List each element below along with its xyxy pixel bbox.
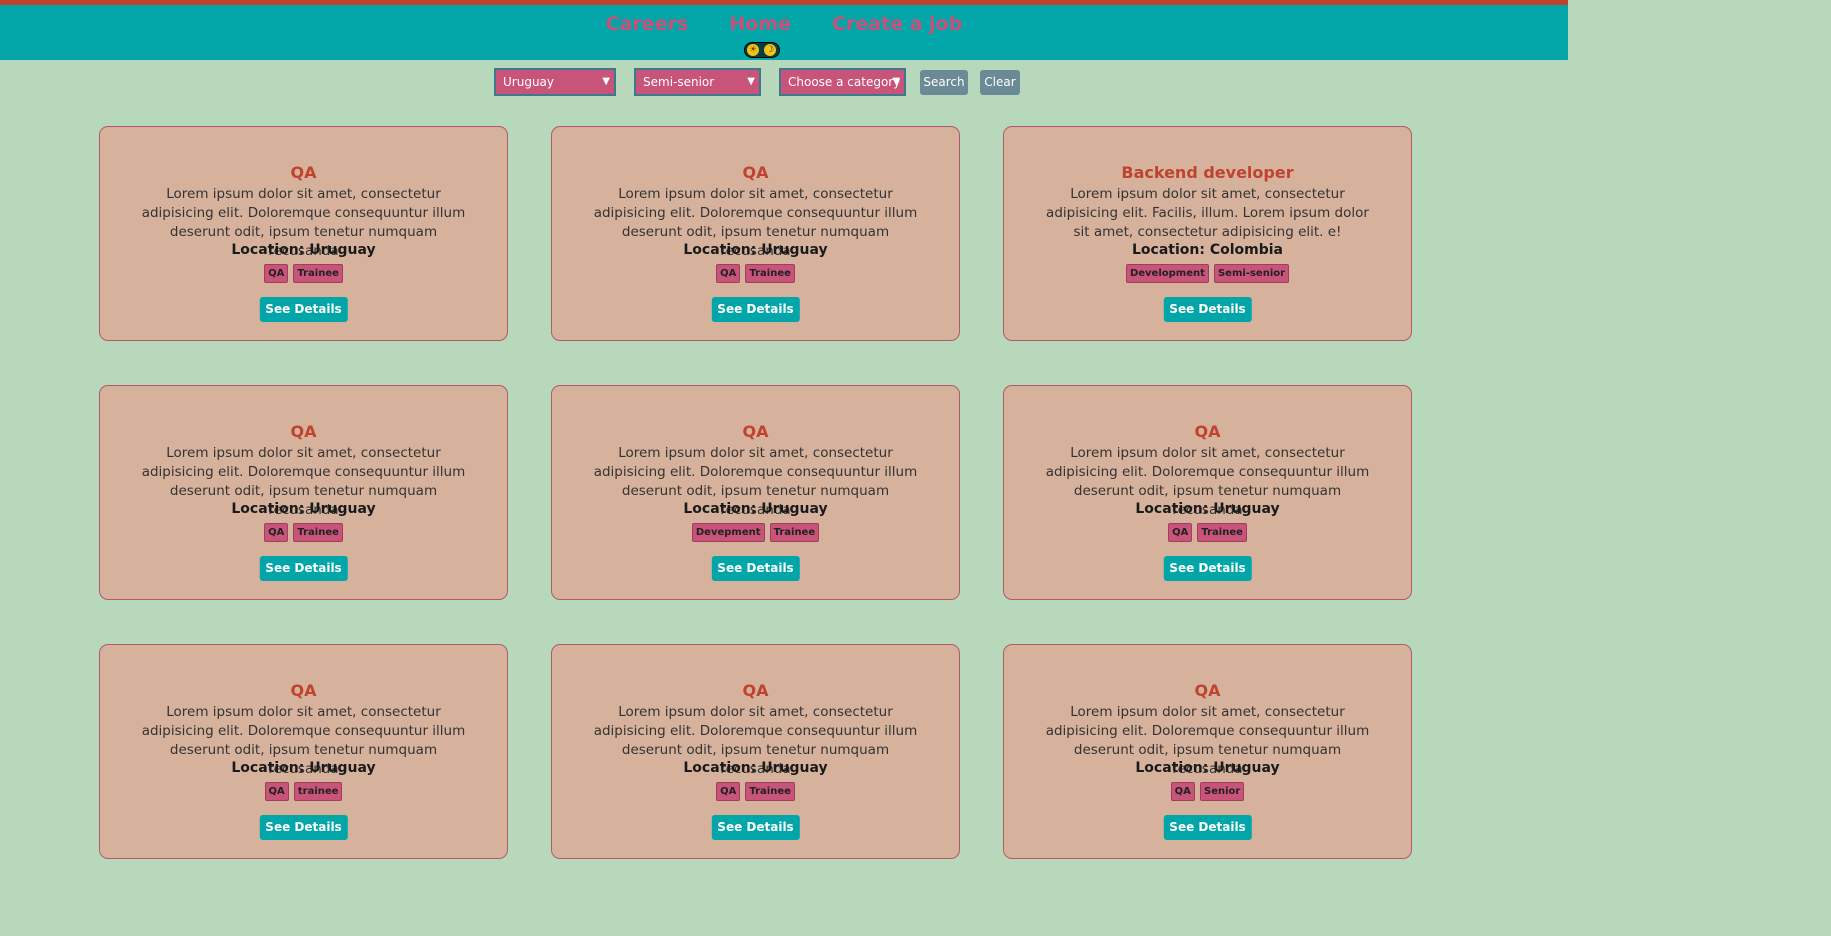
- job-tags: QA Trainee: [552, 261, 959, 283]
- job-tag: Development: [1125, 264, 1209, 283]
- job-tag: trainee: [293, 782, 343, 801]
- job-tag: QA: [716, 782, 741, 801]
- clear-button[interactable]: Clear: [980, 70, 1020, 95]
- job-card: QA Lorem ipsum dolor sit amet, consectetu…: [1003, 644, 1412, 859]
- job-location: Location: Uruguay: [683, 501, 828, 517]
- job-description: Lorem ipsum dolor sit amet, consectetur …: [1046, 186, 1369, 240]
- moon-icon: ☽: [764, 44, 776, 56]
- job-card: QA Lorem ipsum dolor sit amet, consectetu…: [99, 385, 508, 600]
- nav-link-careers[interactable]: Careers: [606, 13, 689, 35]
- job-title: QA: [742, 163, 769, 182]
- job-location: Location: Uruguay: [683, 760, 828, 776]
- nav-links: Careers Home Create a job: [0, 13, 1568, 35]
- job-title: QA: [742, 422, 769, 441]
- job-tags: QA Trainee: [552, 779, 959, 801]
- see-details-button[interactable]: See Details: [259, 556, 348, 581]
- job-title: QA: [290, 163, 317, 182]
- job-card: QA Lorem ipsum dolor sit amet, consectetu…: [1003, 385, 1412, 600]
- job-title: QA: [1194, 681, 1221, 700]
- job-tags: QA trainee: [100, 779, 507, 801]
- job-card: Backend developer Lorem ipsum dolor sit a…: [1003, 126, 1412, 341]
- job-tags: QA Trainee: [1004, 520, 1411, 542]
- chevron-down-icon: ▼: [892, 76, 900, 87]
- job-tag: Trainee: [745, 264, 795, 283]
- theme-toggle[interactable]: ☀ ☽: [744, 42, 780, 58]
- see-details-button[interactable]: See Details: [259, 297, 348, 322]
- nav-link-create-job[interactable]: Create a job: [832, 13, 962, 35]
- job-title: QA: [290, 422, 317, 441]
- see-details-button[interactable]: See Details: [1163, 815, 1252, 840]
- job-tag: Trainee: [769, 523, 820, 542]
- nav-link-home[interactable]: Home: [729, 13, 791, 35]
- job-tag: QA: [1168, 523, 1193, 542]
- job-tag: Trainee: [745, 782, 795, 801]
- job-title: Backend developer: [1121, 163, 1294, 182]
- job-card: QA Lorem ipsum dolor sit amet, consectetu…: [551, 644, 960, 859]
- job-card: QA Lorem ipsum dolor sit amet, consectetu…: [551, 385, 960, 600]
- seniority-select-value: Semi-senior: [643, 75, 715, 89]
- see-details-button[interactable]: See Details: [259, 815, 348, 840]
- job-title: QA: [1194, 422, 1221, 441]
- search-button[interactable]: Search: [920, 70, 968, 95]
- job-card: QA Lorem ipsum dolor sit amet, consectetu…: [99, 126, 508, 341]
- job-location: Location: Uruguay: [1135, 501, 1280, 517]
- job-tags: QA Trainee: [100, 261, 507, 283]
- chevron-down-icon: ▼: [747, 76, 755, 87]
- see-details-button[interactable]: See Details: [711, 297, 800, 322]
- job-tag: Trainee: [293, 264, 343, 283]
- job-card: QA Lorem ipsum dolor sit amet, consectetu…: [551, 126, 960, 341]
- see-details-button[interactable]: See Details: [1163, 556, 1252, 581]
- job-tags: QA Senior: [1004, 779, 1411, 801]
- job-tags: Devepment Trainee: [552, 520, 959, 542]
- job-tag: Semi-senior: [1213, 264, 1290, 283]
- job-tag: Senior: [1200, 782, 1245, 801]
- job-location: Location: Uruguay: [1135, 760, 1280, 776]
- job-tag: Trainee: [1197, 523, 1247, 542]
- job-tag: QA: [1170, 782, 1195, 801]
- job-location: Location: Uruguay: [683, 242, 828, 258]
- navbar: Careers Home Create a job ☀ ☽: [0, 5, 1568, 60]
- see-details-button[interactable]: See Details: [1163, 297, 1252, 322]
- see-details-button[interactable]: See Details: [711, 556, 800, 581]
- filter-bar: Uruguay ▼ Semi-senior ▼ Choose a categor…: [0, 68, 1568, 96]
- job-location: Location: Uruguay: [231, 242, 376, 258]
- sun-icon: ☀: [747, 44, 759, 56]
- job-location: Location: Uruguay: [231, 760, 376, 776]
- category-select[interactable]: Choose a category ▼: [779, 68, 906, 96]
- category-select-value: Choose a category: [788, 75, 901, 89]
- job-title: QA: [290, 681, 317, 700]
- job-tags: QA Trainee: [100, 520, 507, 542]
- seniority-select[interactable]: Semi-senior ▼: [634, 68, 761, 96]
- job-tag: QA: [264, 782, 289, 801]
- job-tag: Devepment: [691, 523, 765, 542]
- job-tag: Trainee: [293, 523, 343, 542]
- see-details-button[interactable]: See Details: [711, 815, 800, 840]
- job-tag: QA: [264, 523, 289, 542]
- job-title: QA: [742, 681, 769, 700]
- country-select[interactable]: Uruguay ▼: [494, 68, 616, 96]
- country-select-value: Uruguay: [503, 75, 554, 89]
- job-card: QA Lorem ipsum dolor sit amet, consectetu…: [99, 644, 508, 859]
- job-location: Location: Uruguay: [231, 501, 376, 517]
- chevron-down-icon: ▼: [602, 76, 610, 87]
- job-location: Location: Colombia: [1132, 242, 1283, 258]
- job-tags: Development Semi-senior: [1004, 261, 1411, 283]
- job-tag: QA: [264, 264, 289, 283]
- job-tag: QA: [716, 264, 741, 283]
